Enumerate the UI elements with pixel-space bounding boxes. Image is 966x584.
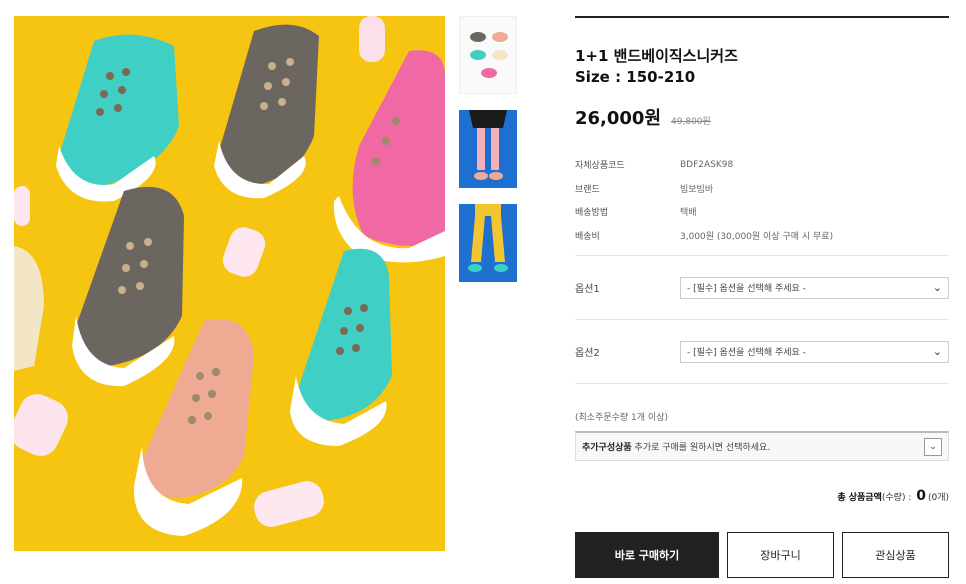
spec-row: 배송비 3,000원 (30,000원 이상 구매 시 무료) xyxy=(575,224,949,248)
total-label: 총 상품금액 xyxy=(837,493,882,503)
option-select-1[interactable]: - [필수] 옵션을 선택해 주세요 - ⌄ xyxy=(680,276,949,299)
top-divider xyxy=(575,16,949,18)
addon-bold-label: 추가구성상품 xyxy=(582,443,632,453)
total-price: 총 상품금액(수량) : 0 (0개) xyxy=(575,488,949,504)
product-info: 1+1 밴드베이직스니커즈 Size : 150-210 26,000원 49,… xyxy=(575,16,949,504)
product-size: Size : 150-210 xyxy=(575,68,696,86)
option-row-2: 옵션2 - [필수] 옵션을 선택해 주세요 - ⌄ xyxy=(575,320,949,383)
total-count: (0개) xyxy=(927,493,949,503)
buy-now-button[interactable]: 바로 구매하기 xyxy=(575,532,719,578)
spec-label: 배송방법 xyxy=(575,208,609,219)
price-row: 26,000원 49,800원 xyxy=(575,104,949,130)
spec-row: 배송방법 택배 xyxy=(575,200,949,224)
divider xyxy=(575,383,949,384)
spec-value: 3,000원 (30,000원 이상 구매 시 무료) xyxy=(680,231,834,242)
addon-description: 추가로 구매를 원하시면 선택하세요. xyxy=(631,443,771,453)
chevron-down-icon: ⌄ xyxy=(932,281,942,294)
spec-label: 브랜드 xyxy=(575,184,600,195)
option-row-1: 옵션1 - [필수] 옵션을 선택해 주세요 - ⌄ xyxy=(575,256,949,319)
addon-text: 추가구성상품 추가로 구매를 원하시면 선택하세요. xyxy=(582,440,770,453)
wishlist-button[interactable]: 관심상품 xyxy=(842,532,949,578)
spec-label: 배송비 xyxy=(575,231,600,242)
thumbnail-list xyxy=(459,16,519,298)
spec-value: BDF2ASK98 xyxy=(680,159,734,170)
option-select-text: - [필수] 옵션을 선택해 주세요 - xyxy=(687,348,806,358)
chevron-down-icon[interactable]: ⌄ xyxy=(924,437,942,456)
option-select-2[interactable]: - [필수] 옵션을 선택해 주세요 - ⌄ xyxy=(680,340,949,363)
min-order-note: (최소주문수량 1개 이상) xyxy=(575,413,668,423)
action-buttons: 바로 구매하기 장바구니 관심상품 xyxy=(575,532,949,578)
original-price: 49,800원 xyxy=(671,117,711,127)
addon-product-select[interactable]: 추가구성상품 추가로 구매를 원하시면 선택하세요. ⌄ xyxy=(575,431,949,461)
total-qty-label: (수량) : xyxy=(881,493,915,503)
spec-value: 택배 xyxy=(680,208,697,219)
spec-label: 자체상품코드 xyxy=(575,161,625,172)
thumbnail-1[interactable] xyxy=(459,16,517,94)
spec-row: 브랜드 빔보빔바 xyxy=(575,177,949,201)
thumbnail-2[interactable] xyxy=(459,110,517,188)
option-label: 옵션1 xyxy=(575,284,600,295)
sale-price: 26,000원 xyxy=(575,108,662,129)
option-label: 옵션2 xyxy=(575,348,600,359)
spec-value: 빔보빔바 xyxy=(680,184,714,195)
chevron-down-icon: ⌄ xyxy=(932,345,942,358)
product-main-image xyxy=(14,16,445,551)
add-to-cart-button[interactable]: 장바구니 xyxy=(727,532,834,578)
product-title: 1+1 밴드베이직스니커즈 xyxy=(575,47,738,65)
spec-table: 자체상품코드 BDF2ASK98 브랜드 빔보빔바 배송방법 택배 배송비 3,… xyxy=(575,153,949,247)
spec-row: 자체상품코드 BDF2ASK98 xyxy=(575,153,949,177)
total-amount: 0 xyxy=(916,488,926,504)
option-select-text: - [필수] 옵션을 선택해 주세요 - xyxy=(687,284,806,294)
thumbnail-3[interactable] xyxy=(459,204,517,282)
